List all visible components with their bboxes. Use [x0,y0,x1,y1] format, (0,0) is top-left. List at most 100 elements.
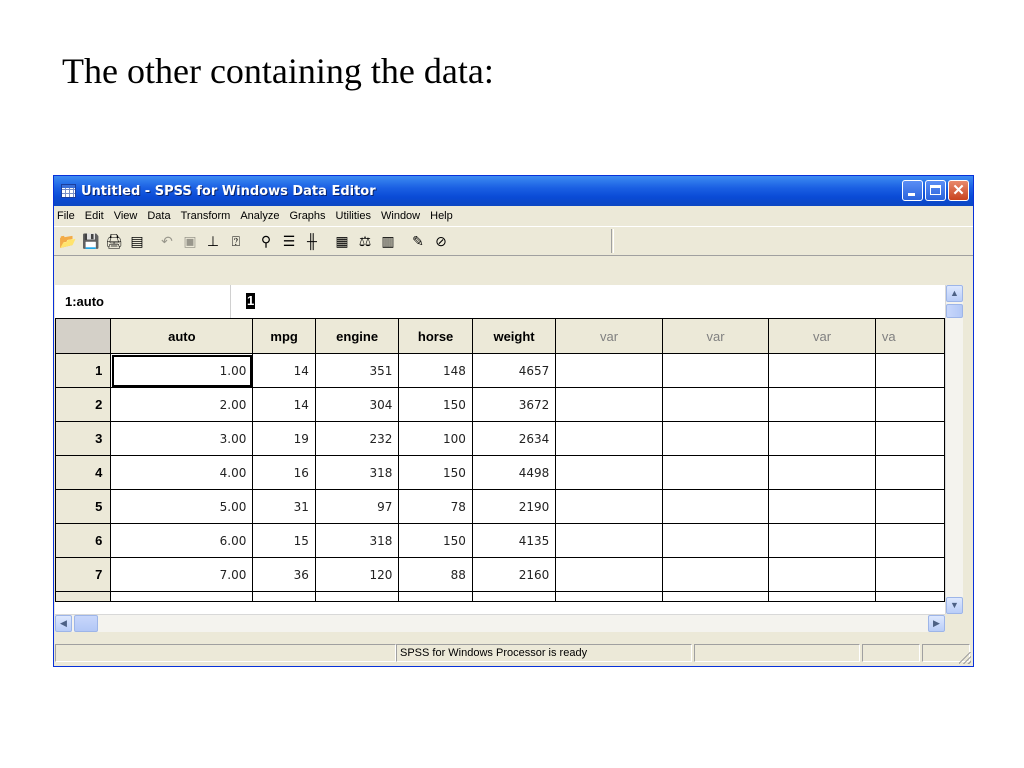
menu-transform[interactable]: Transform [176,210,236,222]
menu-window[interactable]: Window [376,210,425,222]
menu-utilities[interactable]: Utilities [331,210,376,222]
grid-corner[interactable] [55,318,112,354]
empty-cell[interactable] [555,455,663,490]
empty-cell[interactable] [398,591,473,602]
row-header[interactable]: 1 [55,353,112,388]
scroll-up-button[interactable]: ▲ [946,285,963,302]
empty-cell[interactable] [314,591,400,602]
empty-cell[interactable] [768,591,876,602]
resize-grip-icon[interactable] [959,652,971,664]
column-header-auto[interactable]: auto [110,318,254,354]
title-bar[interactable]: Untitled - SPSS for Windows Data Editor … [54,176,973,206]
data-cell[interactable]: 97 [314,489,400,524]
menu-help[interactable]: Help [425,210,458,222]
menu-edit[interactable]: Edit [80,210,109,222]
vertical-scrollbar[interactable]: ▲ ▼ [945,285,963,614]
maximize-button[interactable] [925,180,946,201]
data-cell[interactable]: 150 [398,455,473,490]
column-header-var[interactable]: var [555,318,663,354]
data-cell[interactable]: 88 [398,557,473,592]
data-cell[interactable]: 4498 [471,455,557,490]
data-cell[interactable]: 4.00 [110,455,254,490]
empty-cell[interactable] [874,455,945,490]
column-header-var[interactable]: var [768,318,876,354]
empty-cell[interactable] [661,523,770,558]
empty-cell[interactable] [110,591,254,602]
empty-cell[interactable] [768,353,876,388]
empty-cell[interactable] [874,557,945,592]
scroll-down-button[interactable]: ▼ [946,597,963,614]
data-cell[interactable]: 31 [252,489,316,524]
data-cell[interactable]: 351 [314,353,400,388]
weight-cases-icon[interactable]: ⚖ [354,230,376,252]
split-file-icon[interactable]: ▦ [331,230,353,252]
empty-cell[interactable] [661,353,770,388]
row-header[interactable]: 5 [55,489,112,524]
empty-cell[interactable] [768,387,876,422]
data-cell[interactable]: 2190 [471,489,557,524]
data-cell[interactable]: 148 [398,353,473,388]
empty-cell[interactable] [661,591,770,602]
data-cell[interactable]: 16 [252,455,316,490]
menu-graphs[interactable]: Graphs [284,210,330,222]
data-cell[interactable]: 2160 [471,557,557,592]
menu-view[interactable]: View [109,210,143,222]
empty-cell[interactable] [661,421,770,456]
empty-cell[interactable] [555,421,663,456]
row-header[interactable]: 4 [55,455,112,490]
empty-cell[interactable] [768,557,876,592]
data-cell[interactable]: 2.00 [110,387,254,422]
data-cell[interactable]: 14 [252,387,316,422]
data-cell[interactable]: 3.00 [110,421,254,456]
data-cell[interactable]: 3672 [471,387,557,422]
data-cell[interactable]: 120 [314,557,400,592]
empty-cell[interactable] [555,523,663,558]
data-cell[interactable]: 304 [314,387,400,422]
empty-cell[interactable] [874,489,945,524]
minimize-button[interactable] [902,180,923,201]
data-cell[interactable]: 1.00 [110,353,254,388]
data-cell[interactable]: 100 [398,421,473,456]
empty-cell[interactable] [555,489,663,524]
data-cell[interactable]: 232 [314,421,400,456]
data-cell[interactable]: 4135 [471,523,557,558]
data-cell[interactable]: 150 [398,523,473,558]
empty-cell[interactable] [874,353,945,388]
value-labels-icon[interactable]: ✎ [407,230,429,252]
column-header-horse[interactable]: horse [398,318,473,354]
scroll-right-button[interactable]: ▶ [928,615,945,632]
column-header-var[interactable]: var [661,318,770,354]
empty-cell[interactable] [874,591,945,602]
data-cell[interactable]: 318 [314,523,400,558]
empty-cell[interactable] [874,387,945,422]
find-icon[interactable]: ⚲ [255,230,277,252]
insert-variable-icon[interactable]: ╫ [301,230,323,252]
empty-cell[interactable] [555,387,663,422]
data-cell[interactable]: 7.00 [110,557,254,592]
empty-cell[interactable] [874,421,945,456]
select-cases-icon[interactable]: ▥ [377,230,399,252]
data-cell[interactable]: 78 [398,489,473,524]
column-header-var[interactable]: va [874,318,945,354]
row-header[interactable]: 7 [55,557,112,592]
empty-cell[interactable] [768,489,876,524]
dialog-recall-icon[interactable]: ▤ [126,230,148,252]
empty-cell[interactable] [471,591,557,602]
scroll-left-button[interactable]: ◀ [55,615,72,632]
data-cell[interactable]: 14 [252,353,316,388]
empty-cell[interactable] [555,591,663,602]
horizontal-scrollbar[interactable]: ◀ ▶ [55,614,945,632]
empty-cell[interactable] [252,591,316,602]
menu-file[interactable]: File [54,210,80,222]
data-cell[interactable]: 36 [252,557,316,592]
spreadsheet-app-icon[interactable] [61,184,76,198]
row-header[interactable] [55,591,112,602]
vertical-scroll-thumb[interactable] [946,304,963,318]
empty-cell[interactable] [661,387,770,422]
data-cell[interactable]: 6.00 [110,523,254,558]
data-cell[interactable]: 19 [252,421,316,456]
empty-cell[interactable] [661,455,770,490]
data-cell[interactable]: 318 [314,455,400,490]
column-header-mpg[interactable]: mpg [252,318,316,354]
insert-cases-icon[interactable]: ☰ [278,230,300,252]
